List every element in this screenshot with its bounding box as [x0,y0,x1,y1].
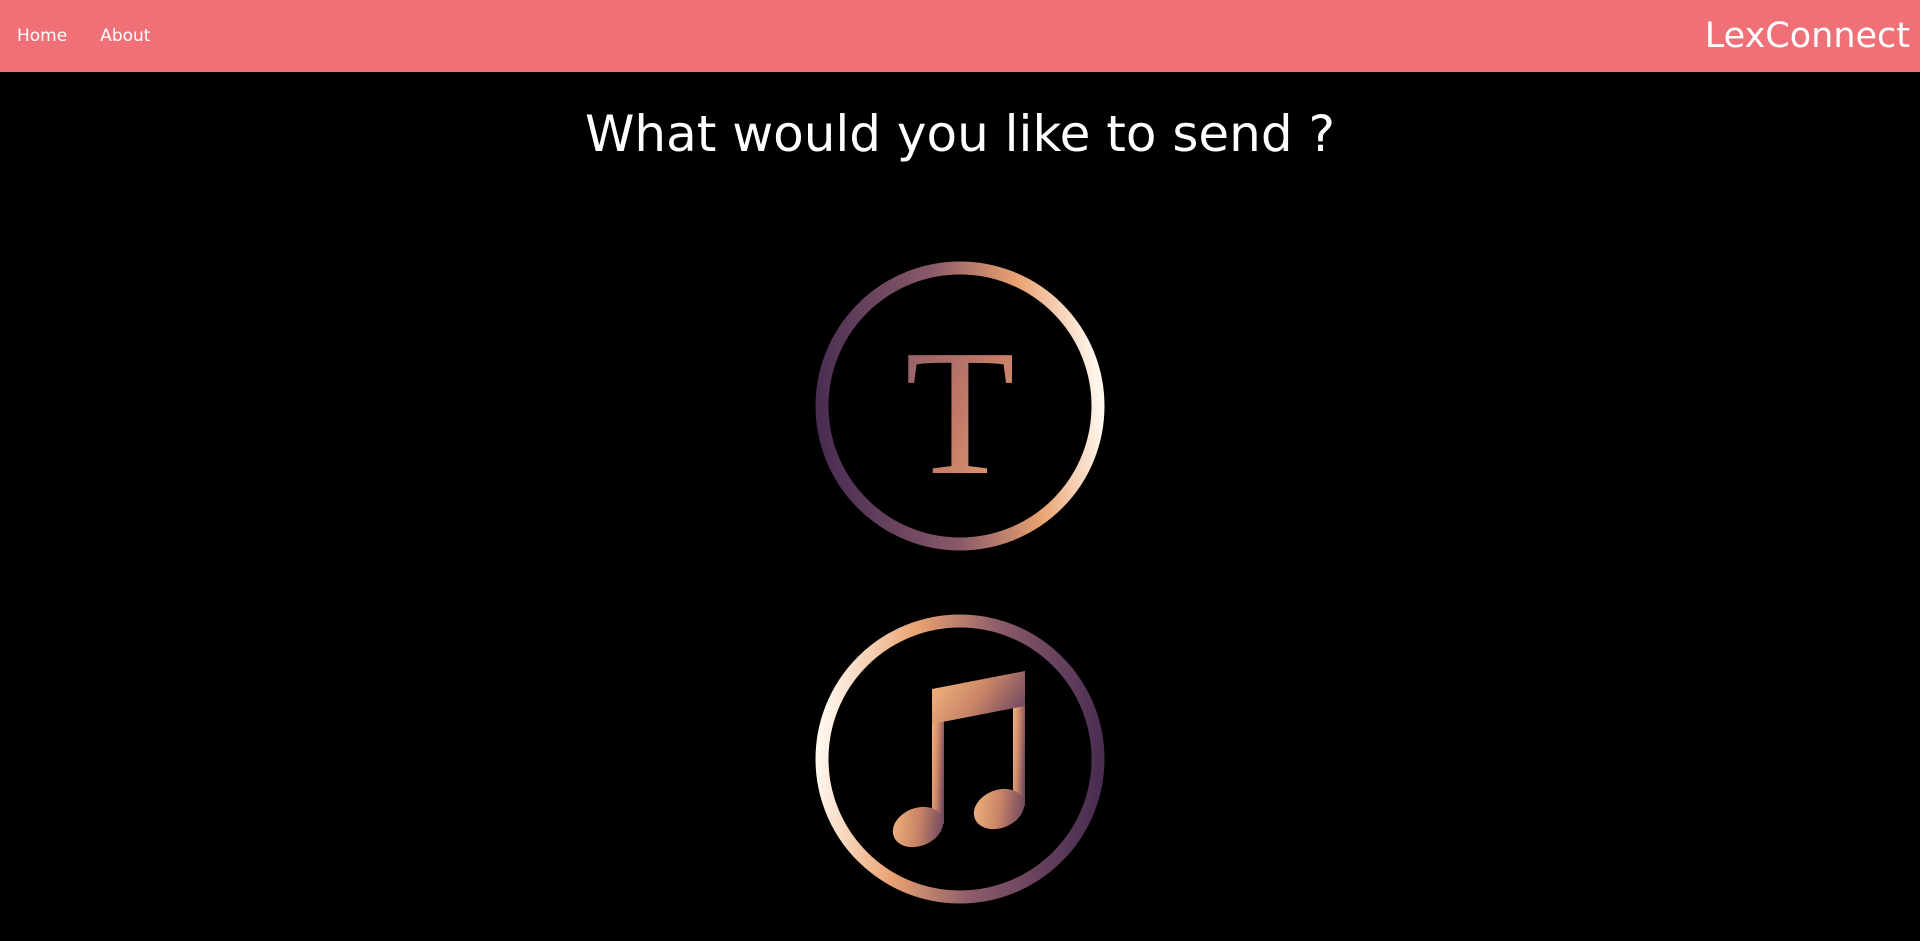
nav-link-about[interactable]: About [100,26,150,46]
send-text-option[interactable]: T [815,261,1105,551]
music-note-icon [815,614,1105,904]
top-navbar: Home About LexConnect [0,0,1920,72]
nav-link-home[interactable]: Home [17,26,67,46]
nav-links: Home About [0,26,183,46]
send-music-option[interactable] [815,614,1105,904]
text-icon: T [815,261,1105,551]
brand-logo[interactable]: LexConnect [1705,0,1910,72]
text-letter: T [905,313,1015,512]
page-title: What would you like to send ? [584,105,1336,163]
